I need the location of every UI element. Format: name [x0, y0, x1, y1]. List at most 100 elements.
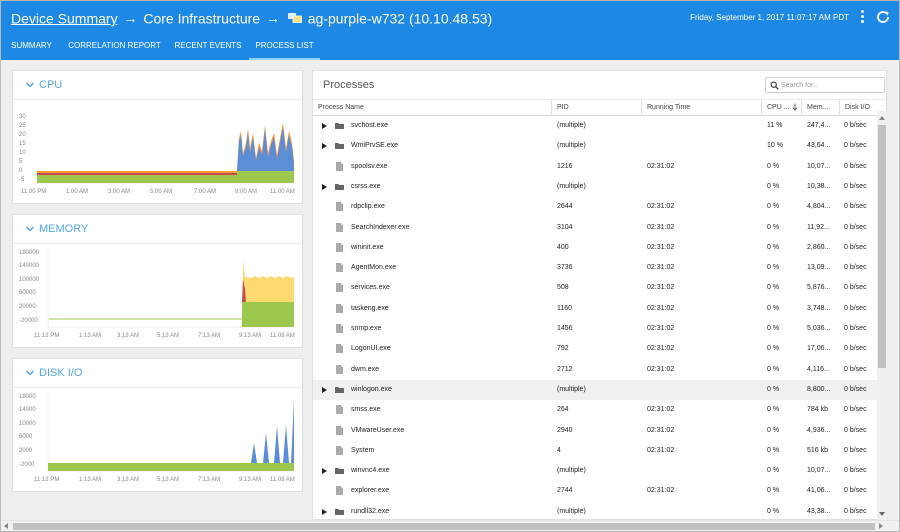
table-row[interactable]: dwm.exe 2712 02:31:02 0 % 4,116... 0 b/sec: [313, 360, 877, 380]
memory-x-tick: 1:13 AM: [79, 333, 101, 339]
cpu-activity-blue: [237, 127, 294, 173]
table-row[interactable]: VMwareUser.exe 2940 02:31:02 0 % 4,936... 0 b…: [313, 421, 877, 441]
current-datetime: Friday, September 1, 2017 11:07:17 AM PD…: [690, 13, 849, 22]
pid-cell: (multiple): [557, 507, 586, 515]
table-row[interactable]: winvnc4.exe (multiple) 0 % 10,07... 0 b/sec: [313, 461, 877, 481]
expand-arrow-icon[interactable]: [322, 508, 327, 515]
table-row[interactable]: rundll32.exe (multiple) 0 % 43,38... 0 b/sec: [313, 502, 877, 519]
memory-y-tick: 180000: [19, 250, 40, 256]
refresh-icon[interactable]: [875, 9, 891, 25]
pid-cell: 2744: [557, 487, 573, 495]
search-icon: [770, 81, 779, 90]
column-cpu[interactable]: CPU ...: [762, 100, 802, 116]
cpu-cell: 0 %: [767, 182, 780, 190]
memory-x-tick: 11:08 AM: [270, 333, 295, 339]
breadcrumb-separator: →: [123, 10, 138, 27]
cpu-y-tick: 0: [19, 168, 23, 174]
disk-io-panel-header[interactable]: DISK I/O: [25, 367, 82, 379]
memory-cell: 8,800...: [807, 385, 831, 393]
disk-y-tick: 6000: [19, 434, 33, 440]
process-name-cell: winvnc4.exe: [351, 467, 390, 475]
expand-arrow-icon[interactable]: [322, 123, 327, 129]
table-row[interactable]: rdpclip.exe 2644 02:31:02 0 % 4,804... 0 b/se…: [313, 197, 877, 217]
memory-y-tick: 20000: [19, 304, 36, 310]
table-row[interactable]: snmp.exe 1456 02:31:02 0 % 5,036... 0 b/sec: [313, 319, 877, 339]
horizontal-scroll-thumb[interactable]: [13, 523, 875, 530]
memory-cell: 5,876...: [807, 284, 831, 292]
table-row[interactable]: taskeng.exe 1160 02:31:02 0 % 3,748... 0 b/se…: [313, 299, 877, 319]
cpu-panel-header[interactable]: CPU: [25, 79, 62, 91]
tab-process-list[interactable]: PROCESS LIST: [249, 35, 320, 60]
table-row[interactable]: SearchIndexer.exe 3104 02:31:02 0 % 11,92...…: [313, 218, 877, 238]
memory-y-tick: -20000: [19, 318, 38, 324]
memory-cell: 3,748...: [807, 304, 831, 312]
breadcrumb-core-infrastructure[interactable]: Core Infrastructure: [143, 10, 260, 26]
scroll-down-icon[interactable]: [879, 512, 885, 516]
running-time-cell: [647, 502, 757, 519]
table-row[interactable]: AgentMon.exe 3736 02:31:02 0 % 13,09... 0 b/s…: [313, 258, 877, 278]
scroll-right-icon[interactable]: [879, 523, 883, 529]
table-row[interactable]: LogonUI.exe 792 02:31:02 0 % 17,06... 0 b/sec: [313, 339, 877, 359]
table-row[interactable]: spoolsv.exe 1216 02:31:02 0 % 10,07... 0 b/se…: [313, 157, 877, 177]
folder-icon: [335, 183, 344, 190]
memory-panel-header[interactable]: MEMORY: [25, 223, 88, 235]
cpu-panel: CPU 30 25 20 15 10 5 0 -5 11:00 PM 1:00 …: [12, 70, 303, 204]
table-row[interactable]: System 4 02:31:02 0 % 516 kb 0 b/sec: [313, 441, 877, 461]
memory-cell: 247,4...: [807, 122, 831, 129]
tab-recent-events[interactable]: RECENT EVENTS: [167, 35, 249, 60]
table-row[interactable]: services.exe 508 02:31:02 0 % 5,876... 0 b/se…: [313, 278, 877, 298]
column-process-name[interactable]: Process Name: [313, 100, 552, 116]
tab-correlation-report[interactable]: CORRELATION REPORT: [62, 35, 167, 60]
file-icon: [336, 324, 343, 333]
process-name-cell: smss.exe: [351, 406, 381, 414]
file-icon: [336, 303, 343, 313]
table-row[interactable]: smss.exe 264 02:31:02 0 % 784 kb 0 b/sec: [313, 400, 877, 420]
table-row[interactable]: wininit.exe 400 02:31:02 0 % 2,860... 0 b/sec: [313, 238, 877, 258]
expand-arrow-icon[interactable]: [322, 183, 327, 190]
expand-arrow-icon[interactable]: [322, 386, 327, 393]
memory-cell: 10,38...: [807, 182, 831, 190]
running-time-cell: 02:31:02: [647, 162, 675, 170]
scroll-left-icon[interactable]: [4, 523, 8, 529]
disk-y-tick: 10000: [19, 421, 36, 427]
table-row[interactable]: explorer.exe 2744 02:31:02 0 % 41,06... 0 b/s…: [313, 481, 877, 501]
process-name-cell: svchost.exe: [351, 122, 388, 129]
vertical-scroll-thumb[interactable]: [878, 125, 886, 368]
disk-x-tick: 11:13 PM: [34, 477, 59, 483]
cpu-x-tick: 11:00 PM: [21, 189, 46, 195]
table-row[interactable]: csrss.exe (multiple) 0 % 10,38... 0 b/sec: [313, 177, 877, 197]
top-bar: Device Summary → Core Infrastructure → a…: [1, 1, 899, 35]
breadcrumb-device-summary[interactable]: Device Summary: [11, 10, 118, 26]
tab-summary[interactable]: SUMMARY: [1, 35, 62, 60]
memory-cell: 43,38...: [807, 507, 831, 515]
running-time-cell: 02:31:02: [647, 264, 675, 272]
disk-io-cell: 0 b/sec: [844, 264, 867, 272]
memory-cell: 13,09...: [807, 264, 831, 272]
column-running-time[interactable]: Running Time: [642, 100, 762, 116]
pid-cell: 264: [557, 406, 569, 414]
disk-y-tick: -2000: [19, 462, 35, 468]
process-name-cell: dwm.exe: [351, 365, 380, 373]
table-row[interactable]: WmiPrvSE.exe (multiple) 10 % 43,64... 0 b/se…: [313, 136, 877, 156]
table-row[interactable]: svchost.exe (multiple) 11 % 247,4... 0 b/sec: [313, 116, 877, 136]
cpu-cell: 0 %: [767, 304, 780, 312]
cpu-cell: 0 %: [767, 243, 780, 251]
vertical-scrollbar[interactable]: [877, 111, 887, 520]
scroll-up-icon[interactable]: [879, 116, 885, 120]
disk-io-cell: 0 b/sec: [844, 182, 867, 190]
table-row[interactable]: winlogon.exe (multiple) 0 % 8,800... 0 b/sec: [313, 379, 877, 401]
expand-arrow-icon[interactable]: [322, 143, 327, 150]
column-pid[interactable]: PID: [552, 100, 642, 116]
running-time-cell: [647, 116, 757, 136]
horizontal-scrollbar[interactable]: [1, 520, 899, 531]
cpu-panel-title: CPU: [39, 79, 63, 91]
column-memory[interactable]: Mem...: [802, 100, 840, 116]
disk-x-tick: 11:08 AM: [270, 477, 295, 483]
search-input[interactable]: [781, 79, 881, 91]
cpu-x-tick: 11:00 AM: [270, 189, 295, 195]
kebab-menu-icon[interactable]: [857, 10, 867, 24]
chevron-down-icon: [26, 226, 34, 232]
running-time-cell: 02:31:02: [647, 325, 675, 332]
expand-arrow-icon[interactable]: [322, 468, 327, 475]
cpu-x-tick: 5:00 AM: [150, 189, 172, 195]
